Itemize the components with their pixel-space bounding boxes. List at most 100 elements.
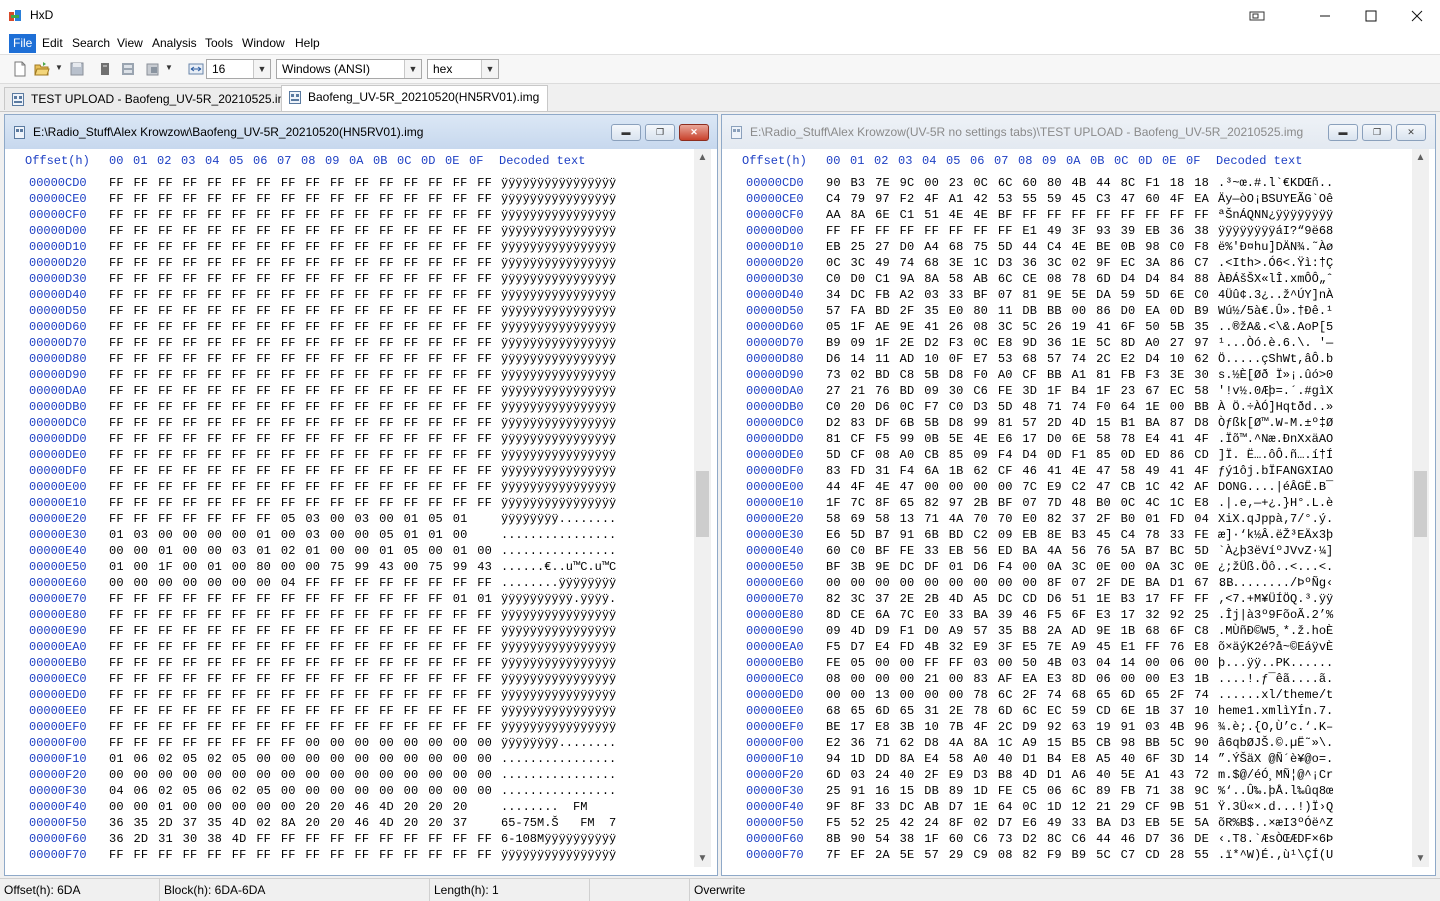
pane-title-bar[interactable]: E:\Radio_Stuff\Alex Krowzow(UV-5R no set…: [722, 115, 1435, 149]
row-decoded-text[interactable]: õ×äýK2é?å~©EáÿvÈ: [1218, 640, 1333, 654]
row-decoded-text[interactable]: .Ïõ™.^Næ.ÐnXxäAO: [1218, 432, 1333, 446]
row-decoded-text[interactable]: ÿÿÿÿÿÿÿÿÿÿÿÿÿÿÿÿ: [501, 272, 616, 286]
row-hex-bytes[interactable]: FF FF FF FF FF FF FF FF FF FF FF FF FF F…: [109, 336, 492, 350]
pane-minimize-button[interactable]: ▬: [1328, 124, 1358, 141]
row-hex-bytes[interactable]: C0 20 D6 0C F7 C0 D3 5D 48 71 74 F0 64 1…: [826, 400, 1209, 414]
menu-window[interactable]: Window: [238, 34, 289, 53]
close-button[interactable]: [1394, 0, 1440, 32]
row-decoded-text[interactable]: þ...ÿÿ..PK......: [1218, 656, 1333, 670]
row-hex-bytes[interactable]: 8B 90 54 38 1F 60 C6 73 D2 8C C6 44 46 D…: [826, 832, 1209, 846]
row-decoded-text[interactable]: ................: [501, 784, 616, 798]
row-hex-bytes[interactable]: 8D CE 6A 7C E0 33 BA 39 46 F5 6F E3 17 3…: [826, 608, 1209, 622]
row-hex-bytes[interactable]: FF FF FF FF FF FF FF FF FF FF FF FF FF F…: [109, 240, 492, 254]
pane-close-button[interactable]: ✕: [679, 124, 709, 141]
scroll-thumb[interactable]: [696, 471, 709, 537]
row-decoded-text[interactable]: ‹.T8.`ÆsÒŒÆDF×6Þ: [1218, 832, 1333, 846]
row-decoded-text[interactable]: ................: [501, 768, 616, 782]
row-hex-bytes[interactable]: 25 91 16 15 DB 89 1D FE C5 06 6C 89 FB 7…: [826, 784, 1209, 798]
row-decoded-text[interactable]: m.$@/éÓ¸MÑ¦@^¡Cr: [1218, 768, 1333, 782]
row-hex-bytes[interactable]: FF FF FF FF FF FF FF FF FF FF FF FF FF F…: [109, 464, 492, 478]
row-hex-bytes[interactable]: F5 D7 E4 FD 4B 32 E9 3F E5 7E A9 45 E1 F…: [826, 640, 1209, 654]
row-decoded-text[interactable]: ÿÿÿÿÿÿÿÿÿÿÿÿÿÿÿÿ: [501, 288, 616, 302]
row-hex-bytes[interactable]: 81 CF F5 99 0B 5E 4E E6 17 D0 6E 58 78 E…: [826, 432, 1209, 446]
row-decoded-text[interactable]: æ]·‘k½Â.ëŽ³EÄx3þ: [1218, 528, 1333, 542]
chevron-down-icon[interactable]: ▼: [481, 60, 498, 78]
row-hex-bytes[interactable]: 01 06 02 05 02 05 00 00 00 00 00 00 00 0…: [109, 752, 492, 766]
row-decoded-text[interactable]: .³~œ.#.l`€KDŒñ..: [1218, 176, 1333, 190]
row-decoded-text[interactable]: ‚<7.+M¥ÜÍÖQ.³.ÿÿ: [1218, 592, 1333, 606]
row-decoded-text[interactable]: Ö.....çShWt,âÔ.b: [1218, 352, 1333, 366]
row-hex-bytes[interactable]: FF FF FF FF FF FF FF FF FF FF FF FF FF F…: [109, 400, 492, 414]
row-decoded-text[interactable]: ÿÿÿÿÿÿÿÿÿÿÿÿÿÿÿÿ: [501, 240, 616, 254]
row-decoded-text[interactable]: ¹...Òó.è.6.\. '—: [1218, 336, 1333, 350]
row-hex-bytes[interactable]: 5D CF 08 A0 CB 85 09 F4 D4 0D F1 85 0D E…: [826, 448, 1209, 462]
row-decoded-text[interactable]: `À¿þ3ëVíºJVvZ·¼]: [1218, 544, 1333, 558]
row-decoded-text[interactable]: ÿÿÿÿÿÿÿÿáI?“9ë68: [1218, 224, 1333, 238]
row-hex-bytes[interactable]: BE 17 E8 3B 10 7B 4F 2C D9 92 63 19 91 0…: [826, 720, 1209, 734]
row-hex-bytes[interactable]: 08 00 00 00 21 00 83 AF EA E3 8D 06 00 0…: [826, 672, 1209, 686]
row-hex-bytes[interactable]: 82 3C 37 2E 2B 4D A5 DC CD D6 51 1E B3 1…: [826, 592, 1209, 606]
row-hex-bytes[interactable]: 7F EF 2A 5E 57 29 C9 08 82 F9 B9 5C C7 C…: [826, 848, 1209, 862]
row-decoded-text[interactable]: ÿÿÿÿÿÿÿÿÿÿÿÿÿÿÿÿ: [501, 608, 616, 622]
row-decoded-text[interactable]: Òƒßk[Ø™.W-M.±º‡Ø: [1218, 416, 1333, 430]
row-decoded-text[interactable]: heme1.xmlìYÍn.7.: [1218, 704, 1333, 718]
row-hex-bytes[interactable]: B9 09 1F 2E D2 F3 0C E8 9D 36 1E 5C 8D A…: [826, 336, 1209, 350]
row-hex-bytes[interactable]: FF FF FF FF FF FF FF FF FF FF FF FF FF F…: [109, 304, 492, 318]
row-decoded-text[interactable]: ................: [501, 544, 616, 558]
row-decoded-text[interactable]: ÿÿÿÿÿÿÿÿÿÿÿÿÿÿÿÿ: [501, 720, 616, 734]
row-decoded-text[interactable]: õR%B$..×æI3ºÓë^Z: [1218, 816, 1333, 830]
tab-test-upload[interactable]: TEST UPLOAD - Baofeng_UV-5R_20210525.img: [4, 87, 304, 110]
row-decoded-text[interactable]: XiX.qJppà‚7/°.ý.: [1218, 512, 1333, 526]
row-hex-bytes[interactable]: 73 02 BD C8 5B D8 F0 A0 CF BB A1 81 FB F…: [826, 368, 1209, 382]
pane-title-bar[interactable]: E:\Radio_Stuff\Alex Krowzow\Baofeng_UV-5…: [5, 115, 717, 149]
row-decoded-text[interactable]: ......xl/theme/t: [1218, 688, 1333, 702]
export-dropdown-icon[interactable]: ▼: [165, 63, 173, 72]
row-hex-bytes[interactable]: FE 05 00 00 FF FF 03 00 50 4B 03 04 14 0…: [826, 656, 1209, 670]
row-decoded-text[interactable]: ÿÿÿÿÿÿÿÿÿÿÿÿÿÿÿÿ: [501, 368, 616, 382]
charset-select[interactable]: Windows (ANSI) ▼: [276, 59, 422, 79]
row-decoded-text[interactable]: ë%'Ð¤hu]DÄN¾.˜Àø: [1218, 240, 1333, 254]
row-hex-bytes[interactable]: 0C 3C 49 74 68 3E 1C D3 36 3C 02 9F EC 3…: [826, 256, 1209, 270]
scroll-up-icon[interactable]: ▲: [694, 149, 711, 166]
row-hex-bytes[interactable]: 00 00 13 00 00 00 78 6C 2F 74 68 65 6D 6…: [826, 688, 1209, 702]
row-hex-bytes[interactable]: FF FF FF FF FF FF FF FF FF FF FF FF FF F…: [109, 480, 492, 494]
scroll-down-icon[interactable]: ▼: [1412, 850, 1429, 867]
row-decoded-text[interactable]: ÿÿÿÿÿÿÿÿÿÿÿÿÿÿÿÿ: [501, 192, 616, 206]
row-hex-bytes[interactable]: FF FF FF FF FF FF FF FF FF FF FF FF FF F…: [109, 704, 492, 718]
row-hex-bytes[interactable]: C4 79 97 F2 4F A1 42 53 55 59 45 C3 47 6…: [826, 192, 1209, 206]
row-decoded-text[interactable]: ]Ï. Ë….ôÔ.ñ….í†Í: [1218, 448, 1333, 462]
row-decoded-text[interactable]: 65-75M.Š FM 7: [501, 816, 616, 830]
row-hex-bytes[interactable]: 00 00 00 00 00 00 00 00 00 8F 07 2F DE B…: [826, 576, 1234, 590]
pane-restore-button[interactable]: ❐: [645, 124, 675, 141]
row-decoded-text[interactable]: ÿÿÿÿÿÿÿÿÿÿÿÿÿÿÿÿ: [501, 320, 616, 334]
row-hex-bytes[interactable]: 90 B3 7E 9C 00 23 0C 6C 60 80 4B 44 8C F…: [826, 176, 1209, 190]
row-hex-bytes[interactable]: FF FF FF FF FF FF FF FF FF FF FF FF FF F…: [109, 208, 492, 222]
row-decoded-text[interactable]: 6-108Mÿÿÿÿÿÿÿÿÿÿ: [501, 832, 616, 846]
row-decoded-text[interactable]: s.½È[Øð Ï»¡.ûó>0: [1218, 368, 1333, 382]
row-decoded-text[interactable]: .Îj|à3º9FõoÃ.2’%: [1218, 608, 1333, 622]
row-hex-bytes[interactable]: 00 00 01 00 00 03 01 02 01 00 00 01 05 0…: [109, 544, 492, 558]
row-decoded-text[interactable]: ÿÿÿÿÿÿÿÿÿÿÿÿÿÿÿÿ: [501, 688, 616, 702]
row-hex-bytes[interactable]: FF FF FF FF FF FF FF FF FF FF FF FF FF F…: [109, 448, 492, 462]
row-hex-bytes[interactable]: FF FF FF FF FF FF FF FF FF FF FF FF FF F…: [109, 256, 492, 270]
menu-file[interactable]: File: [9, 34, 37, 53]
menu-edit[interactable]: Edit: [38, 34, 67, 53]
maximize-button[interactable]: [1348, 0, 1394, 32]
row-hex-bytes[interactable]: 00 00 00 00 00 00 00 04 FF FF FF FF FF F…: [109, 576, 492, 590]
row-hex-bytes[interactable]: 04 06 02 05 06 02 05 00 00 00 00 00 00 0…: [109, 784, 492, 798]
row-hex-bytes[interactable]: 57 FA BD 2F 35 E0 80 11 DB BB 00 86 D0 E…: [826, 304, 1209, 318]
row-decoded-text[interactable]: ÿÿÿÿÿÿÿÿÿÿÿÿÿÿÿÿ: [501, 304, 616, 318]
row-hex-bytes[interactable]: C0 D0 C1 9A 8A 58 AB 6C CE 08 78 6D D4 D…: [826, 272, 1209, 286]
row-decoded-text[interactable]: ¿;žÜß.Öô..<...<.: [1218, 560, 1333, 574]
row-decoded-text[interactable]: ƒý1ôj.bÏFANGXIAO: [1218, 464, 1333, 478]
row-hex-bytes[interactable]: FF FF FF FF FF FF FF FF FF FF FF FF FF F…: [109, 224, 492, 238]
row-hex-bytes[interactable]: FF FF FF FF FF FF FF FF 00 00 00 00 00 0…: [109, 736, 492, 750]
bytes-per-row-select[interactable]: 16 ▼: [206, 59, 271, 79]
row-decoded-text[interactable]: 4Üû¢.3¿..ž^ÚY]nÀ: [1218, 288, 1333, 302]
menu-tools[interactable]: Tools: [201, 34, 237, 53]
row-decoded-text[interactable]: ¾.è;.{O,Ù’c.‘.K–: [1218, 720, 1333, 734]
row-hex-bytes[interactable]: FF FF FF FF FF FF FF FF E1 49 3F 93 39 E…: [826, 224, 1209, 238]
row-hex-bytes[interactable]: 44 4F 4E 47 00 00 00 00 7C E9 C2 47 CB 1…: [826, 480, 1209, 494]
close-file-icon[interactable]: [97, 61, 113, 77]
vertical-scrollbar[interactable]: ▲ ▼: [694, 149, 711, 867]
